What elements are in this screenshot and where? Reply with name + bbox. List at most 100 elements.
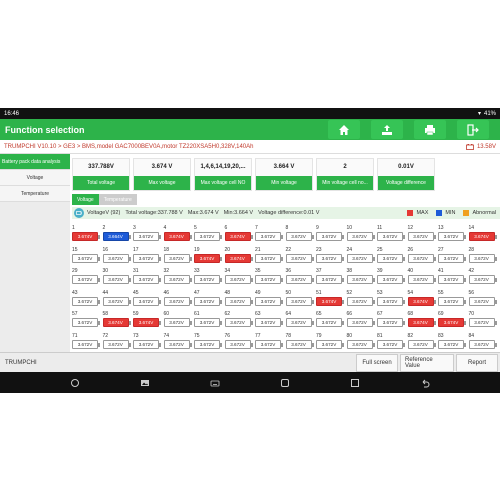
cell-voltage: 3.674V — [102, 318, 131, 327]
back-icon[interactable] — [420, 378, 430, 388]
cell-number: 65 — [316, 311, 322, 317]
top-frame — [0, 0, 500, 108]
cell-voltage: 3.672V — [285, 275, 314, 284]
cell-voltage: 3.672V — [255, 232, 283, 241]
cell-voltage: 3.672V — [377, 339, 405, 349]
cell-number: 69 — [438, 311, 444, 317]
cell-number: 70 — [468, 311, 475, 317]
car-battery-icon — [466, 143, 474, 150]
cell-number: 30 — [102, 268, 109, 274]
cell-voltage: 3.672V — [468, 339, 497, 349]
summary-diff: Voltage difference:0.01 V — [258, 210, 320, 216]
cell-number: 44 — [102, 289, 109, 296]
battery-cell: 11 3.672V — [377, 225, 406, 244]
cell-number: 79 — [316, 332, 322, 339]
battery-cell: 15 3.672V — [72, 247, 101, 266]
sidebar-item-temperature[interactable]: Temperature — [0, 186, 70, 202]
cell-voltage: 3.672V — [316, 253, 344, 263]
battery-cell: 3 3.672V — [133, 225, 162, 244]
report-button[interactable]: Report — [456, 353, 498, 372]
battery-cell: 34 3.672V — [224, 268, 254, 287]
cell-voltage: 3.672V — [285, 232, 314, 241]
cell-number: 23 — [316, 246, 322, 253]
battery-cell: 30 3.672V — [102, 268, 132, 287]
tab-temperature[interactable]: Temperature — [98, 194, 137, 205]
cell-voltage: 3.672V — [224, 275, 253, 284]
cell-number: 36 — [285, 268, 292, 274]
battery-cell: 57 3.672V — [72, 311, 101, 330]
battery-cell: 53 3.672V — [377, 290, 406, 309]
cell-voltage: 3.672V — [255, 318, 283, 327]
cell-voltage: 3.672V — [438, 296, 466, 306]
battery-cell: 36 3.672V — [285, 268, 315, 287]
battery-cell: 84 3.672V — [468, 333, 498, 352]
battery-cell: 74 3.672V — [163, 333, 193, 352]
cell-voltage: 3.672V — [407, 232, 436, 241]
cell-number: 18 — [163, 246, 170, 253]
cell-voltage: 3.672V — [468, 296, 497, 306]
battery-cell: 35 3.672V — [255, 268, 284, 287]
battery-cell: 24 3.672V — [346, 247, 376, 266]
full-screen-button[interactable]: Full screen — [356, 353, 398, 372]
cell-voltage: 3.672V — [468, 253, 497, 263]
reference-value-button[interactable]: Reference Value — [400, 353, 454, 372]
battery-cell: 47 3.672V — [194, 290, 223, 309]
battery-cell: 39 3.672V — [377, 268, 406, 287]
cell-number: 57 — [72, 311, 78, 317]
exit-button[interactable] — [457, 120, 489, 139]
card-value: 337.788V — [88, 164, 114, 171]
legend-swatch — [407, 210, 414, 216]
cell-number: 3 — [133, 225, 136, 231]
main-panel: 337.788V Total voltage 3.674 V Max voltage… — [70, 154, 500, 352]
cell-voltage: 3.674V — [72, 232, 100, 241]
battery-cell: 6 3.674V — [224, 225, 254, 244]
circle-icon[interactable] — [70, 378, 80, 388]
cell-voltage: 3.674V — [407, 318, 436, 327]
cell-number: 26 — [407, 246, 414, 253]
battery-cell: 19 3.674V — [194, 247, 223, 266]
battery-cell: 31 3.672V — [133, 268, 162, 287]
battery-cell: 72 3.672V — [102, 333, 132, 352]
home-icon[interactable] — [280, 378, 290, 388]
cell-voltage: 3.672V — [102, 275, 131, 284]
breadcrumb-path: TRUMPCHI V10.10 > GE3 > BMS,model GAC700… — [4, 143, 254, 150]
cell-voltage: 3.672V — [285, 296, 314, 306]
sidebar-item-label: Voltage — [26, 174, 44, 181]
cell-number: 48 — [224, 289, 231, 296]
cell-voltage: 3.672V — [72, 318, 100, 327]
cell-voltage: 3.672V — [224, 318, 253, 327]
print-button[interactable] — [414, 120, 446, 139]
cell-voltage: 3.674V — [224, 232, 253, 241]
tab-voltage[interactable]: Voltage — [72, 194, 99, 205]
battery-cell: 33 3.672V — [194, 268, 223, 287]
cell-voltage: 3.674V — [133, 318, 161, 327]
cell-number: 16 — [102, 246, 109, 253]
recent-apps-icon[interactable] — [350, 378, 360, 388]
exit-icon — [467, 123, 479, 136]
battery-voltage: 13.58V — [466, 143, 496, 150]
cell-number: 41 — [438, 268, 444, 274]
cell-number: 78 — [285, 332, 292, 339]
legend-label: Abnormal — [472, 210, 496, 216]
battery-cell: 43 3.672V — [72, 290, 101, 309]
cell-number: 34 — [224, 268, 231, 274]
battery-cell: 23 3.672V — [316, 247, 345, 266]
keyboard-icon[interactable] — [210, 378, 220, 388]
battery-cell: 51 3.674V — [316, 290, 345, 309]
upload-button[interactable] — [371, 120, 403, 139]
cell-number: 49 — [255, 289, 261, 296]
cell-voltage: 3.672V — [133, 296, 161, 306]
sidebar-item-battery-pack[interactable]: Battery pack data analysis — [0, 154, 70, 170]
cell-voltage: 3.674V — [163, 232, 192, 241]
cell-number: 56 — [468, 289, 475, 296]
gallery-icon[interactable] — [140, 378, 150, 388]
cell-voltage: 3.672V — [377, 296, 405, 306]
sidebar-item-voltage[interactable]: Voltage — [0, 170, 70, 186]
battery-cell: 82 3.672V — [407, 333, 437, 352]
cell-voltage: 3.672V — [194, 339, 222, 349]
cell-voltage: 3.672V — [285, 339, 314, 349]
battery-cell: 28 3.672V — [468, 247, 498, 266]
battery-cell: 10 3.672V — [346, 225, 376, 244]
home-button[interactable] — [328, 120, 360, 139]
cell-voltage: 3.672V — [468, 275, 497, 284]
